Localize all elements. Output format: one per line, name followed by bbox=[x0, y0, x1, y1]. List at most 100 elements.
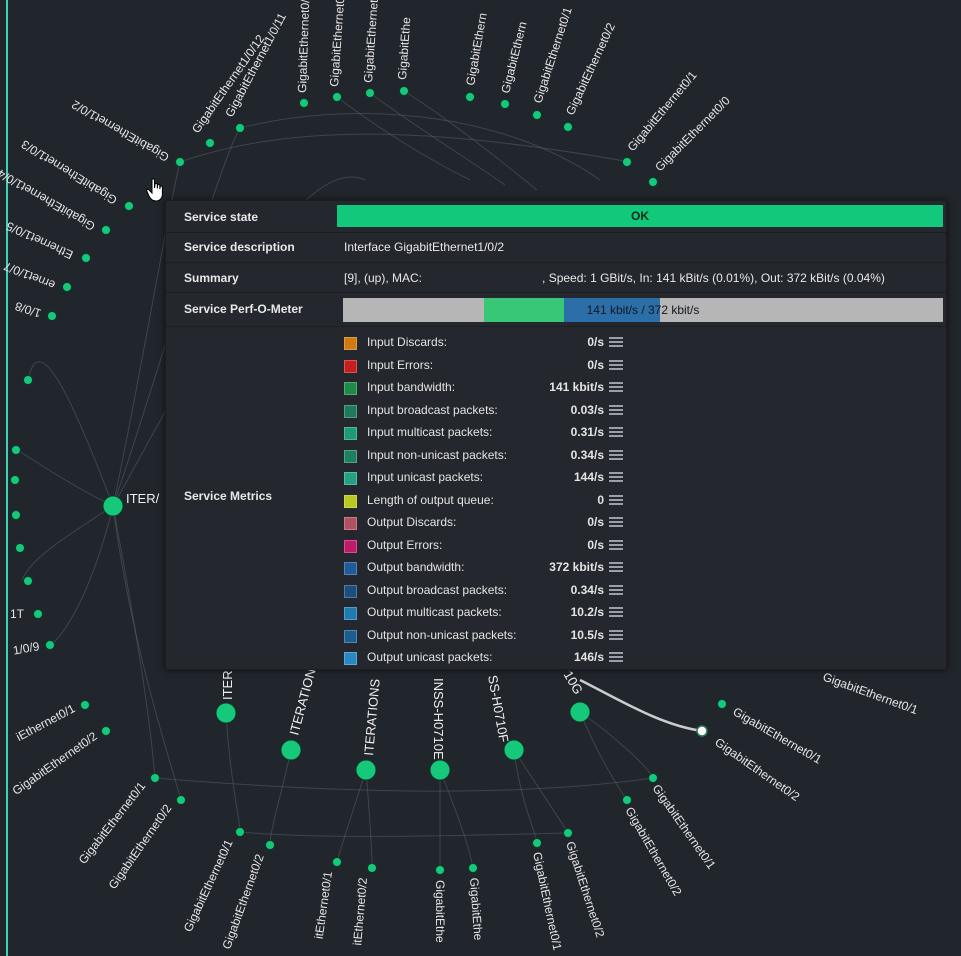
hub-node[interactable] bbox=[102, 495, 124, 517]
highlighted-edge bbox=[579, 678, 703, 733]
service-description-label: Service description bbox=[184, 240, 295, 254]
interface-label: GigabitEthernet0/1 bbox=[530, 851, 565, 952]
metric-menu-icon[interactable] bbox=[609, 584, 623, 596]
metric-menu-icon[interactable] bbox=[609, 449, 623, 461]
hub-label: ITERATION bbox=[286, 667, 318, 737]
metric-name: Input Errors: bbox=[367, 357, 434, 372]
hub-node[interactable] bbox=[355, 759, 377, 781]
metric-menu-icon[interactable] bbox=[609, 359, 623, 371]
hub-node[interactable] bbox=[280, 739, 302, 761]
node-dot[interactable] bbox=[45, 640, 55, 650]
node-dot[interactable] bbox=[332, 857, 342, 867]
metric-menu-icon[interactable] bbox=[609, 652, 623, 663]
node-dot[interactable] bbox=[648, 773, 658, 783]
metric-menu-icon[interactable] bbox=[609, 562, 623, 573]
node-dot[interactable] bbox=[367, 863, 377, 873]
node-dot[interactable] bbox=[124, 201, 134, 211]
metric-value: 10.5/s bbox=[570, 627, 604, 642]
node-dot[interactable] bbox=[47, 311, 57, 321]
node-dot[interactable] bbox=[299, 98, 309, 108]
metric-menu-icon[interactable] bbox=[609, 382, 623, 393]
selected-node-dot[interactable] bbox=[696, 725, 708, 737]
node-dot[interactable] bbox=[23, 576, 33, 586]
node-dot[interactable] bbox=[365, 88, 375, 98]
metric-menu-icon[interactable] bbox=[609, 629, 623, 641]
node-dot[interactable] bbox=[468, 863, 478, 873]
node-dot[interactable] bbox=[15, 543, 25, 553]
node-dot[interactable] bbox=[235, 123, 245, 133]
metric-name: Output unicast packets: bbox=[367, 650, 493, 664]
metric-row: Input unicast packets: 144/s bbox=[344, 469, 644, 489]
metric-menu-icon[interactable] bbox=[609, 404, 623, 416]
metric-value: 141 kbit/s bbox=[549, 380, 604, 394]
node-dot[interactable] bbox=[563, 828, 573, 838]
node-dot[interactable] bbox=[11, 510, 21, 520]
metric-menu-icon[interactable] bbox=[609, 494, 623, 506]
node-dot[interactable] bbox=[622, 795, 632, 805]
interface-label: GigabitEthern bbox=[463, 12, 490, 87]
metric-row: Output unicast packets: 146/s bbox=[344, 649, 644, 669]
metric-value: 0.34/s bbox=[570, 582, 604, 597]
metric-color-swatch bbox=[344, 359, 357, 373]
node-dot[interactable] bbox=[500, 99, 510, 109]
service-state-row: Service state OK bbox=[166, 201, 946, 233]
node-dot[interactable] bbox=[11, 445, 21, 455]
node-dot[interactable] bbox=[62, 282, 72, 292]
hub-node[interactable] bbox=[569, 701, 591, 723]
node-dot[interactable] bbox=[648, 177, 658, 187]
service-description-row: Service description Interface GigabitEth… bbox=[166, 232, 946, 263]
node-dot[interactable] bbox=[532, 838, 542, 848]
hand-cursor-icon bbox=[146, 178, 163, 202]
metric-row: Input Discards: 0/s bbox=[344, 334, 644, 354]
node-dot[interactable] bbox=[23, 375, 33, 385]
hub-label: ITER/ bbox=[126, 491, 160, 506]
node-dot[interactable] bbox=[205, 138, 215, 148]
node-dot[interactable] bbox=[176, 795, 186, 805]
summary-label: Summary bbox=[184, 271, 239, 285]
node-dot[interactable] bbox=[10, 475, 20, 485]
hub-label: ITERATIONS bbox=[361, 678, 383, 756]
interface-label: GigabitEthe bbox=[467, 877, 485, 941]
summary-row: Summary [9], (up), MAC: , Speed: 1 GBit/… bbox=[166, 262, 946, 293]
metric-name: Output broadcast packets: bbox=[367, 582, 508, 597]
node-dot[interactable] bbox=[532, 110, 542, 120]
interface-label: GigabitEthernet0/2 bbox=[361, 0, 382, 83]
node-dot[interactable] bbox=[399, 86, 409, 96]
node-dot[interactable] bbox=[622, 157, 632, 167]
summary-value: [9], (up), MAC: , Speed: 1 GBit/s, In: 1… bbox=[344, 271, 885, 285]
node-dot[interactable] bbox=[717, 699, 727, 709]
interface-label: ernet1/0/7 bbox=[1, 259, 57, 292]
perf-o-meter-label: Service Perf-O-Meter bbox=[184, 302, 303, 316]
metric-menu-icon[interactable] bbox=[609, 607, 623, 618]
node-dot[interactable] bbox=[81, 253, 91, 263]
metric-menu-icon[interactable] bbox=[609, 427, 623, 438]
node-dot[interactable] bbox=[101, 726, 111, 736]
node-dot[interactable] bbox=[33, 609, 43, 619]
interface-label: 1/0/8 bbox=[13, 299, 43, 321]
node-dot[interactable] bbox=[265, 840, 275, 850]
metric-menu-icon[interactable] bbox=[609, 472, 623, 483]
node-dot[interactable] bbox=[235, 827, 245, 837]
node-dot[interactable] bbox=[80, 700, 90, 710]
node-dot[interactable] bbox=[332, 92, 342, 102]
node-dot[interactable] bbox=[101, 225, 111, 235]
hub-node[interactable] bbox=[429, 759, 451, 781]
metric-row: Output Errors: 0/s bbox=[344, 537, 644, 557]
interface-label: GigabitEthernet0/6 bbox=[295, 0, 312, 93]
interface-label: GigabitEthernet0/5 bbox=[327, 0, 348, 87]
metric-name: Input multicast packets: bbox=[367, 425, 493, 439]
metric-value: 0.34/s bbox=[570, 447, 604, 462]
hub-node[interactable] bbox=[503, 739, 525, 761]
node-dot[interactable] bbox=[150, 773, 160, 783]
hub-node[interactable] bbox=[215, 702, 237, 724]
metric-menu-icon[interactable] bbox=[609, 337, 623, 348]
metric-menu-icon[interactable] bbox=[609, 539, 623, 551]
metric-row: Input bandwidth: 141 kbit/s bbox=[344, 379, 644, 399]
node-dot[interactable] bbox=[563, 122, 573, 132]
perf-o-meter-bar: 141 kbit/s / 372 kbit/s bbox=[343, 298, 943, 322]
node-dot[interactable] bbox=[175, 157, 185, 167]
node-dot[interactable] bbox=[465, 92, 475, 102]
metric-menu-icon[interactable] bbox=[609, 517, 623, 528]
metric-row: Input Errors: 0/s bbox=[344, 357, 644, 377]
node-dot[interactable] bbox=[435, 865, 445, 875]
